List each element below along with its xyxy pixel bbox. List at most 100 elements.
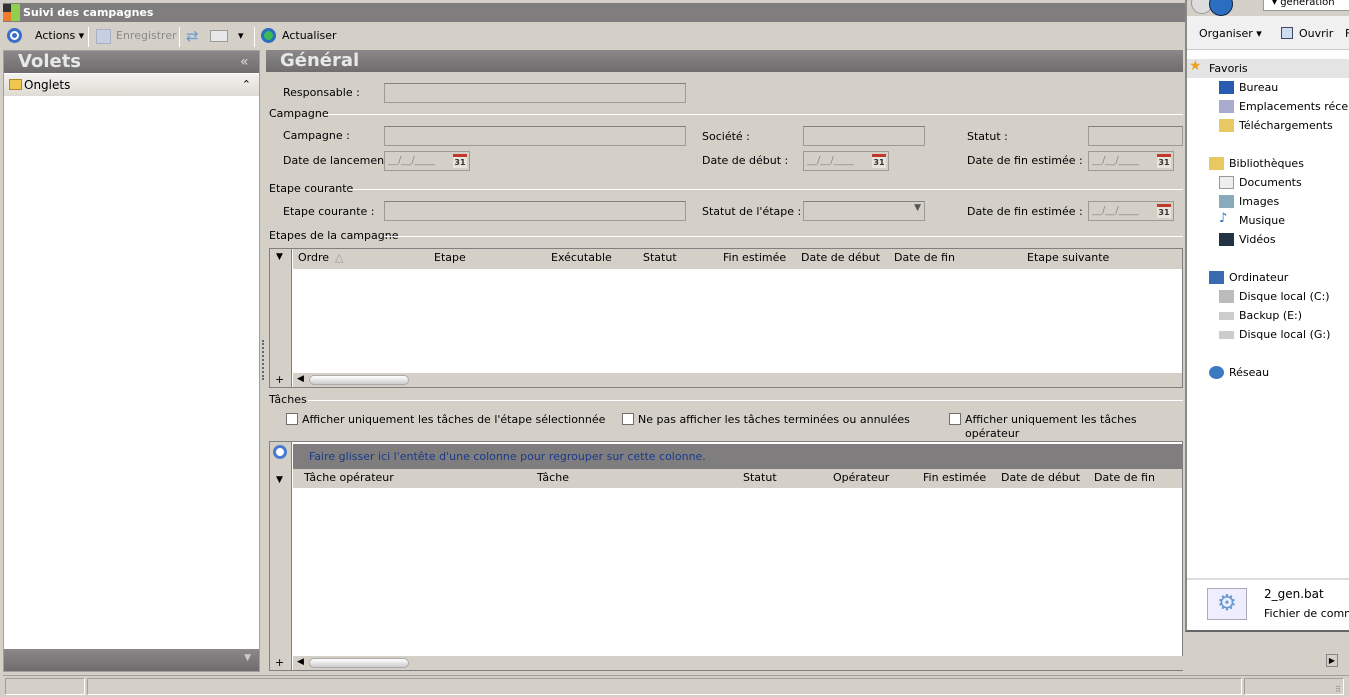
toolbar: Actions ▾ Enregistrer ⇄ ▾ Actualiser: [3, 24, 1185, 48]
chevron-down-icon[interactable]: ▼: [244, 653, 251, 663]
nav-label: Bureau: [1239, 81, 1279, 94]
col-date-debut[interactable]: Date de début: [801, 249, 880, 267]
organiser-menu[interactable]: Organiser ▾: [1199, 27, 1262, 40]
save-button[interactable]: Enregistrer: [116, 28, 177, 44]
etape-label: Etape courante :: [283, 205, 375, 218]
checkbox-etape-selectionnee[interactable]: [286, 413, 298, 425]
date-mask: __/__/____: [1092, 155, 1139, 166]
calendar-icon[interactable]: 31: [1157, 204, 1171, 218]
nav-videos[interactable]: Vidéos: [1219, 233, 1276, 247]
col-operateur[interactable]: Opérateur: [833, 469, 889, 487]
menu-circle-icon[interactable]: [7, 28, 22, 43]
sync-icon[interactable]: ⇄: [186, 28, 199, 44]
forward-button[interactable]: [1209, 0, 1233, 16]
societe-label: Société :: [702, 130, 750, 143]
date-lancement-field[interactable]: __/__/____ 31: [384, 151, 470, 171]
horizontal-scrollbar[interactable]: ◀: [293, 373, 1182, 387]
grid-menu-icon[interactable]: ▼: [276, 475, 283, 485]
address-bar[interactable]: ▾ génération: [1263, 0, 1349, 11]
horizontal-scrollbar[interactable]: ◀: [293, 656, 1349, 670]
col-fin-estimee[interactable]: Fin estimée: [723, 249, 786, 267]
more-button[interactable]: F: [1345, 27, 1349, 40]
col-ordre[interactable]: Ordre: [298, 249, 329, 267]
nav-reseau[interactable]: Réseau: [1209, 366, 1269, 380]
onglets-section[interactable]: Onglets ⌃: [4, 74, 259, 96]
etape-group-label: Etape courante: [269, 182, 354, 195]
nav-label: Téléchargements: [1239, 119, 1333, 132]
statut-label: Statut :: [967, 130, 1008, 143]
open-button[interactable]: Ouvrir: [1299, 27, 1333, 40]
calendar-icon[interactable]: 31: [1157, 154, 1171, 168]
nav-label: Disque local (C:): [1239, 290, 1330, 303]
col-date-fin[interactable]: Date de fin: [894, 249, 955, 267]
refresh-button[interactable]: Actualiser: [282, 28, 337, 44]
group-circle-icon[interactable]: [273, 445, 287, 459]
nav-bureau[interactable]: Bureau: [1219, 81, 1279, 95]
calendar-icon[interactable]: 31: [872, 154, 886, 168]
nav-bibliotheques[interactable]: Bibliothèques: [1209, 157, 1304, 171]
col-date-fin[interactable]: Date de fin: [1094, 469, 1155, 487]
checkbox-taches-terminees[interactable]: [622, 413, 634, 425]
print-dropdown-icon[interactable]: ▾: [238, 28, 244, 44]
scroll-thumb[interactable]: [309, 658, 409, 668]
calendar-icon[interactable]: 31: [453, 154, 467, 168]
grid-menu-icon[interactable]: ▼: [276, 252, 283, 262]
campagne-field[interactable]: [384, 126, 686, 146]
nav-emplacements-recents[interactable]: Emplacements récents: [1219, 100, 1349, 114]
nav-label: Musique: [1239, 214, 1285, 227]
scroll-right-button[interactable]: ▶: [1326, 654, 1338, 667]
col-statut[interactable]: Statut: [743, 469, 777, 487]
bat-file-icon: ⚙: [1207, 588, 1247, 620]
nav-telechargements[interactable]: Téléchargements: [1219, 119, 1333, 133]
left-panel-footer: ▼: [4, 649, 259, 671]
responsable-field[interactable]: [384, 83, 686, 103]
checkbox-taches-operateur[interactable]: [949, 413, 961, 425]
splitter-handle[interactable]: [262, 340, 264, 380]
nav-ordinateur[interactable]: Ordinateur: [1209, 271, 1289, 285]
col-etape-suivante[interactable]: Etape suivante: [1027, 249, 1109, 267]
add-row-icon[interactable]: +: [275, 656, 284, 669]
col-date-debut[interactable]: Date de début: [1001, 469, 1080, 487]
onglets-label: Onglets: [24, 78, 71, 92]
nav-favoris[interactable]: ★ Favoris: [1189, 59, 1248, 76]
etapes-header: Ordre △ Etape Exécutable Statut Fin esti…: [293, 249, 1182, 269]
statut-etape-select[interactable]: ▼: [803, 201, 925, 221]
print-icon[interactable]: [210, 30, 228, 42]
nav-label: Favoris: [1209, 62, 1248, 75]
nav-drive-c[interactable]: Disque local (C:): [1219, 290, 1330, 304]
scroll-thumb[interactable]: [309, 375, 409, 385]
col-tache[interactable]: Tâche: [537, 469, 569, 487]
statut-field[interactable]: [1088, 126, 1183, 146]
nav-drive-e[interactable]: Backup (E:): [1219, 309, 1303, 323]
nav-musique[interactable]: ♪ Musique: [1219, 212, 1285, 228]
date-fin-etape-field[interactable]: __/__/____ 31: [1088, 201, 1174, 221]
resize-grip-icon[interactable]: ⠿: [1335, 685, 1341, 694]
nav-drive-g[interactable]: Disque local (G:): [1219, 328, 1330, 342]
section-toggle-icon[interactable]: ⌃: [242, 74, 251, 96]
collapse-panel-button[interactable]: «: [240, 54, 249, 70]
app-logo-icon: [3, 4, 20, 21]
societe-field[interactable]: [803, 126, 925, 146]
col-fin-estimee[interactable]: Fin estimée: [923, 469, 986, 487]
add-row-icon[interactable]: +: [275, 373, 284, 386]
col-statut[interactable]: Statut: [643, 249, 677, 267]
col-executable[interactable]: Exécutable: [551, 249, 612, 267]
main-panel: Général Responsable : Campagne Campagne …: [266, 50, 1349, 672]
col-etape[interactable]: Etape: [434, 249, 466, 267]
nav-label: Backup (E:): [1239, 309, 1303, 322]
nav-documents[interactable]: Documents: [1219, 176, 1302, 190]
date-fin-label: Date de fin estimée :: [967, 154, 1083, 167]
address-text: génération: [1280, 0, 1335, 8]
nav-images[interactable]: Images: [1219, 195, 1279, 209]
etapes-grid: ▼ + Ordre △ Etape Exécutable Statut Fin e…: [269, 248, 1183, 388]
group-by-area[interactable]: Faire glisser ici l'entête d'une colonne…: [293, 444, 1182, 469]
col-tache-operateur[interactable]: Tâche opérateur: [304, 469, 394, 487]
checkbox-label: Afficher uniquement les tâches opérateur: [965, 413, 1137, 440]
date-fin-field[interactable]: __/__/____ 31: [1088, 151, 1174, 171]
etape-field[interactable]: [384, 201, 686, 221]
nav-label: Ordinateur: [1229, 271, 1289, 284]
actions-menu[interactable]: Actions ▾: [35, 28, 84, 44]
nav-label: Bibliothèques: [1229, 157, 1304, 170]
date-debut-field[interactable]: __/__/____ 31: [803, 151, 889, 171]
details-pane: ⚙ 2_gen.bat Fichier de commandes: [1187, 578, 1349, 630]
